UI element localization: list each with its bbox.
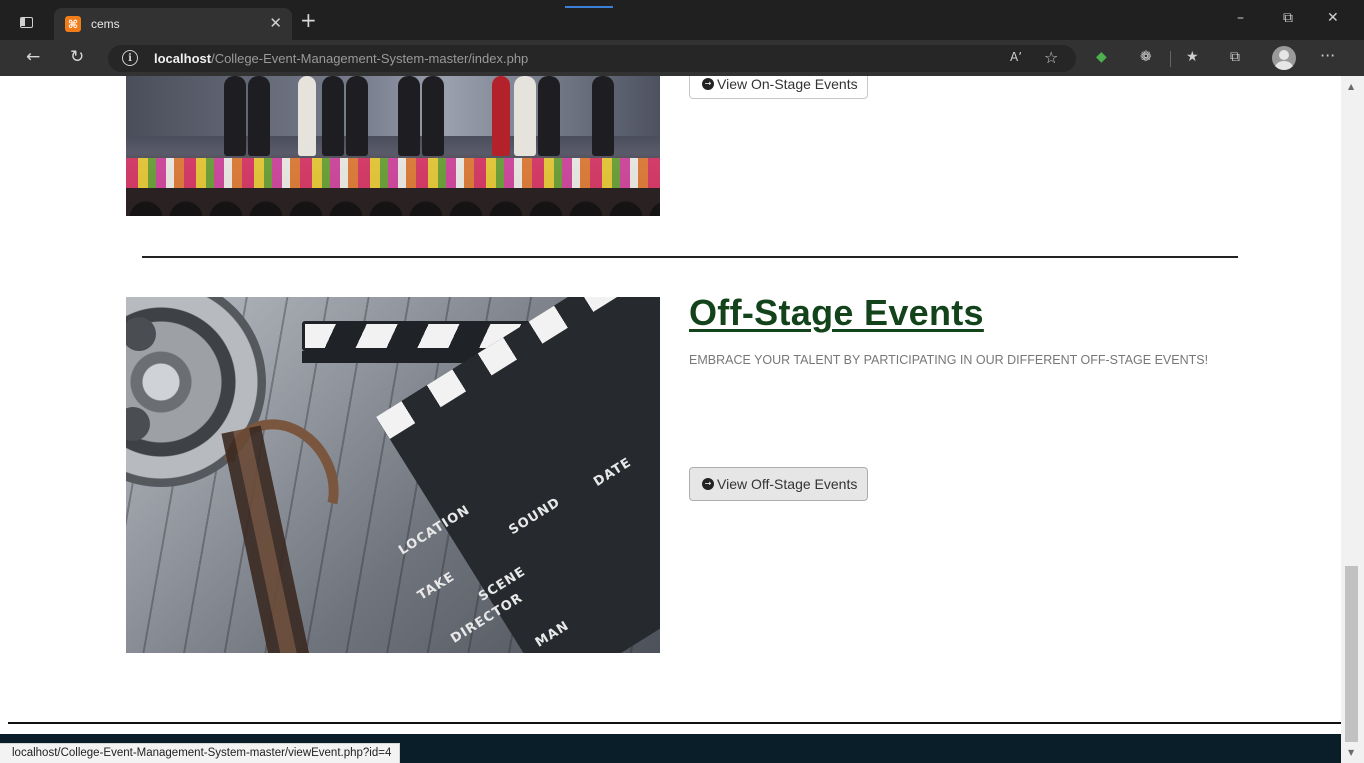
restore-icon[interactable]: ⧉	[1283, 10, 1293, 26]
new-tab-icon[interactable]: +	[300, 10, 317, 30]
view-offstage-events-label: View Off-Stage Events	[717, 476, 858, 492]
url-host: localhost	[154, 51, 212, 66]
tab-actions-icon	[19, 16, 33, 28]
audience-silhouettes	[126, 188, 660, 216]
stage-performer	[592, 76, 614, 156]
address-bar[interactable]: i localhost/College-Event-Management-Sys…	[108, 45, 1076, 72]
offstage-events-description: EMBRACE YOUR TALENT BY PARTICIPATING IN …	[689, 353, 1209, 367]
add-favorite-icon[interactable]: ☆	[1044, 48, 1058, 67]
xampp-favicon-icon: ⌘	[65, 16, 81, 32]
site-info-icon[interactable]: i	[122, 50, 138, 66]
page-viewport: → View On-Stage Events LOCATION SOUND DA…	[0, 76, 1341, 763]
scroll-down-arrow-icon[interactable]: ▼	[1348, 748, 1354, 757]
section-divider	[142, 256, 1238, 258]
stage-performer	[422, 76, 444, 156]
stage-performer	[492, 76, 510, 156]
circle-arrow-right-icon: →	[702, 478, 714, 490]
url-path: /College-Event-Management-System-master/…	[211, 51, 529, 66]
refresh-icon[interactable]: ↻	[70, 47, 84, 67]
link-status-bar: localhost/College-Event-Management-Syste…	[0, 743, 401, 763]
view-onstage-events-label: View On-Stage Events	[717, 76, 858, 92]
view-onstage-events-button[interactable]: → View On-Stage Events	[689, 76, 868, 99]
stage-backdrop	[126, 76, 660, 136]
more-options-icon[interactable]: ···	[1320, 46, 1335, 65]
page-scrollbar[interactable]: ▲ ▼	[1341, 76, 1364, 763]
tab-actions-button[interactable]	[14, 12, 38, 32]
collections-icon[interactable]: ⧉	[1230, 49, 1240, 65]
back-icon[interactable]: ←	[26, 47, 40, 67]
stage-performer	[514, 76, 536, 156]
read-aloud-icon[interactable]: Aʼ	[1010, 50, 1022, 64]
offstage-events-title[interactable]: Off-Stage Events	[689, 292, 984, 334]
profile-avatar-icon[interactable]	[1272, 46, 1296, 70]
browser-tab-bar: ⌘ cems ✕ + – ⧉ ✕	[0, 0, 1364, 40]
stage-performer	[224, 76, 246, 156]
view-offstage-events-button[interactable]: → View Off-Stage Events	[689, 467, 868, 501]
window-close-icon[interactable]: ✕	[1327, 10, 1339, 26]
tab-title: cems	[91, 17, 120, 31]
copilot-icon[interactable]: ❁	[1140, 49, 1152, 65]
stage-performer	[322, 76, 344, 156]
onstage-event-image	[126, 76, 660, 216]
extension-icon[interactable]: ◆	[1096, 49, 1107, 65]
browser-tab[interactable]: ⌘ cems ✕	[54, 8, 292, 40]
tab-close-icon[interactable]: ✕	[269, 14, 282, 32]
stage-performer	[346, 76, 368, 156]
favorites-icon[interactable]: ★	[1186, 49, 1199, 65]
stage-performer	[538, 76, 560, 156]
stage-performer	[298, 76, 316, 156]
footer-divider	[8, 722, 1341, 724]
url-text[interactable]: localhost/College-Event-Management-Syste…	[154, 51, 528, 66]
tab-drag-accent	[565, 6, 613, 8]
stage-performer	[398, 76, 420, 156]
toolbar-separator	[1170, 51, 1171, 67]
circle-arrow-right-icon: →	[702, 77, 714, 90]
scroll-up-arrow-icon[interactable]: ▲	[1348, 82, 1354, 91]
offstage-event-image: LOCATION SOUND DATE TAKE SCENE DIRECTOR …	[126, 297, 660, 653]
scrollbar-thumb[interactable]	[1345, 566, 1358, 742]
address-toolbar: ← ↻ i localhost/College-Event-Management…	[0, 40, 1364, 76]
stage-performer	[248, 76, 270, 156]
minimize-icon[interactable]: –	[1237, 10, 1244, 26]
